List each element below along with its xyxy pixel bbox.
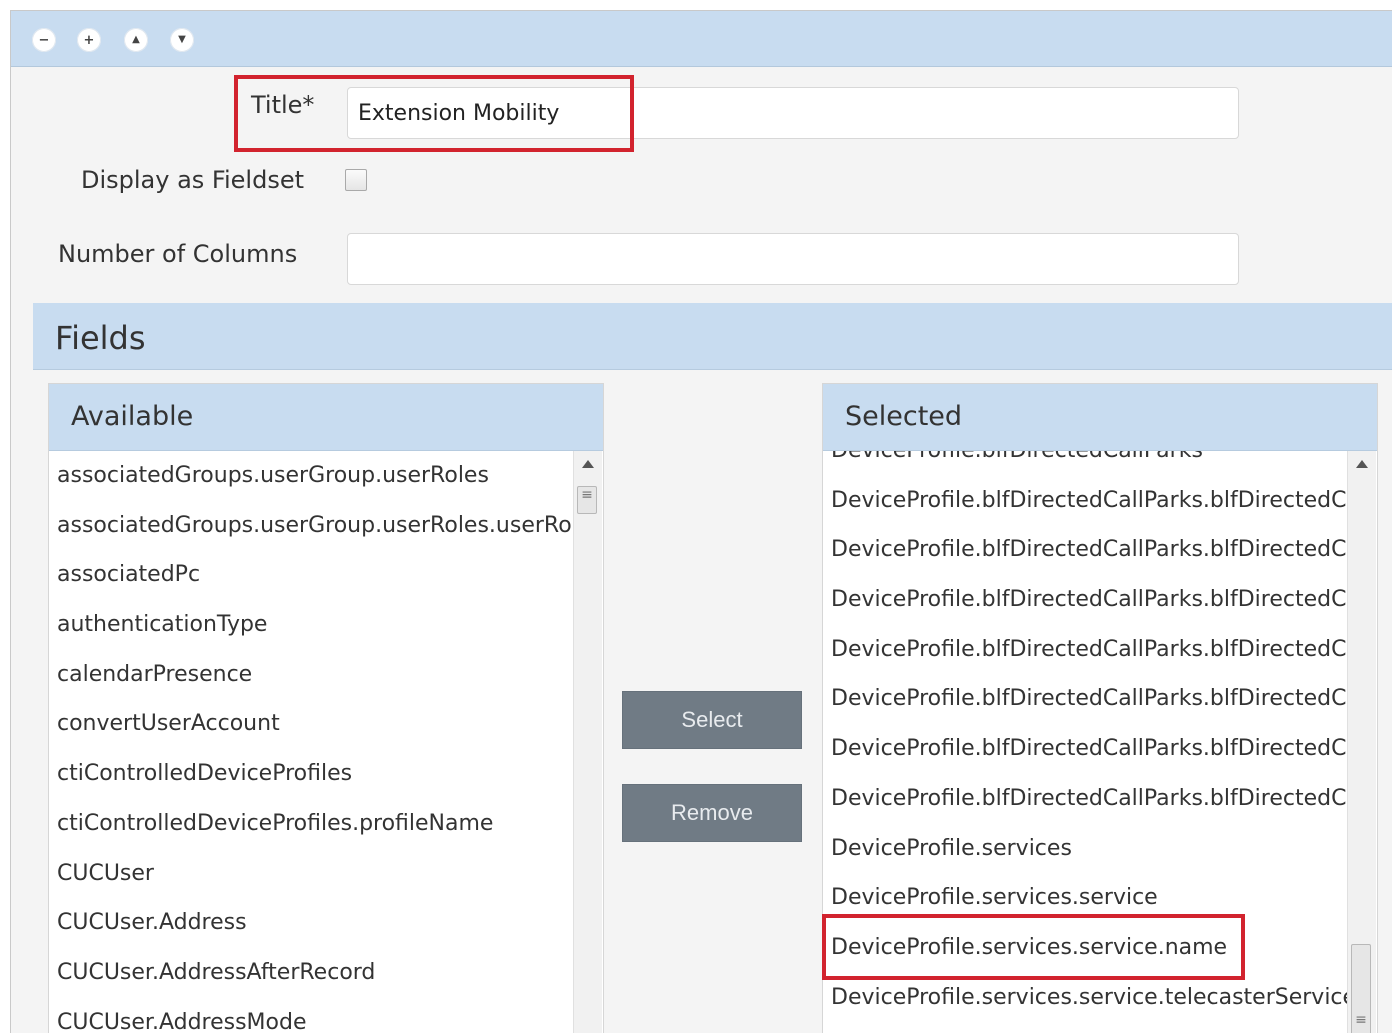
arrow-up-icon[interactable]: ▲	[124, 28, 148, 52]
plus-icon[interactable]: +	[77, 28, 101, 52]
list-item[interactable]: DeviceProfile.blfDirectedCallParks.blfDi…	[823, 575, 1347, 625]
scroll-thumb-icon[interactable]: ≡	[1351, 944, 1371, 1033]
scroll-up-icon[interactable]	[1356, 460, 1368, 468]
title-label: Title*	[251, 91, 315, 119]
list-item[interactable]: ctiControlledDeviceProfiles.profileName	[49, 799, 573, 849]
list-item[interactable]: DeviceProfile.blfDirectedCallParks.blfDi…	[823, 774, 1347, 824]
list-item[interactable]: ctiControlledDeviceProfiles	[49, 749, 573, 799]
available-header: Available	[49, 384, 603, 451]
fields-heading: Fields	[55, 319, 146, 357]
available-panel: Available associatedGroups.userGroup.use…	[48, 383, 604, 1033]
list-item[interactable]: DeviceProfile.services.service.name	[823, 923, 1347, 973]
columns-label: Number of Columns	[58, 240, 298, 268]
fieldset-checkbox[interactable]	[345, 169, 367, 191]
scroll-up-icon[interactable]	[582, 460, 594, 468]
available-heading: Available	[71, 401, 194, 432]
select-button[interactable]: Select	[622, 691, 802, 749]
fields-section-header: Fields	[33, 303, 1392, 370]
layout-editor-window: − + ▲ ▼ Title* Display as Fieldset Numbe…	[10, 10, 1392, 1033]
list-item[interactable]: CUCUser.AddressMode	[49, 998, 573, 1033]
list-item[interactable]: CUCUser.AddressAfterRecord	[49, 948, 573, 998]
minus-icon[interactable]: −	[32, 28, 56, 52]
selected-scrollbar[interactable]: ≡	[1347, 451, 1376, 1033]
arrow-down-icon[interactable]: ▼	[170, 28, 194, 52]
list-item[interactable]: DeviceProfile.blfDirectedCallParks.blfDi…	[823, 476, 1347, 526]
list-item[interactable]: authenticationType	[49, 600, 573, 650]
list-item[interactable]: DeviceProfile.services.service.telecaste…	[823, 973, 1347, 1023]
remove-button[interactable]: Remove	[622, 784, 802, 842]
list-item[interactable]: CUCUser	[49, 849, 573, 899]
available-list: associatedGroups.userGroup.userRoles ass…	[49, 451, 573, 1033]
list-item[interactable]: DeviceProfile.services.service	[823, 873, 1347, 923]
list-item[interactable]: convertUserAccount	[49, 699, 573, 749]
selected-heading-overlay: Selected	[845, 401, 963, 432]
available-scrollbar[interactable]: ≡	[573, 451, 602, 1033]
selected-list: DeviceProfile.blfDirectedCallParks Devic…	[823, 426, 1347, 1022]
columns-input[interactable]	[347, 233, 1239, 285]
fieldset-label: Display as Fieldset	[81, 166, 305, 194]
title-input[interactable]	[347, 87, 1239, 139]
list-item[interactable]: DeviceProfile.services	[823, 824, 1347, 874]
list-item[interactable]: CUCUser.Address	[49, 898, 573, 948]
list-item[interactable]: DeviceProfile.blfDirectedCallParks.blfDi…	[823, 525, 1347, 575]
list-item[interactable]: calendarPresence	[49, 650, 573, 700]
list-item[interactable]: associatedGroups.userGroup.userRoles.use…	[49, 501, 573, 551]
list-item[interactable]: DeviceProfile.blfDirectedCallParks.blfDi…	[823, 625, 1347, 675]
list-item[interactable]: DeviceProfile.blfDirectedCallParks.blfDi…	[823, 674, 1347, 724]
list-item[interactable]: associatedPc	[49, 550, 573, 600]
list-item[interactable]: associatedGroups.userGroup.userRoles	[49, 451, 573, 501]
scroll-thumb-icon[interactable]: ≡	[577, 486, 597, 514]
selected-header-overlay: Selected	[823, 384, 1377, 451]
toolbar: − + ▲ ▼	[11, 11, 1392, 67]
list-item[interactable]: DeviceProfile.blfDirectedCallParks.blfDi…	[823, 724, 1347, 774]
selected-panel: Selected DeviceProfile.blfDirectedCallPa…	[822, 383, 1378, 1033]
